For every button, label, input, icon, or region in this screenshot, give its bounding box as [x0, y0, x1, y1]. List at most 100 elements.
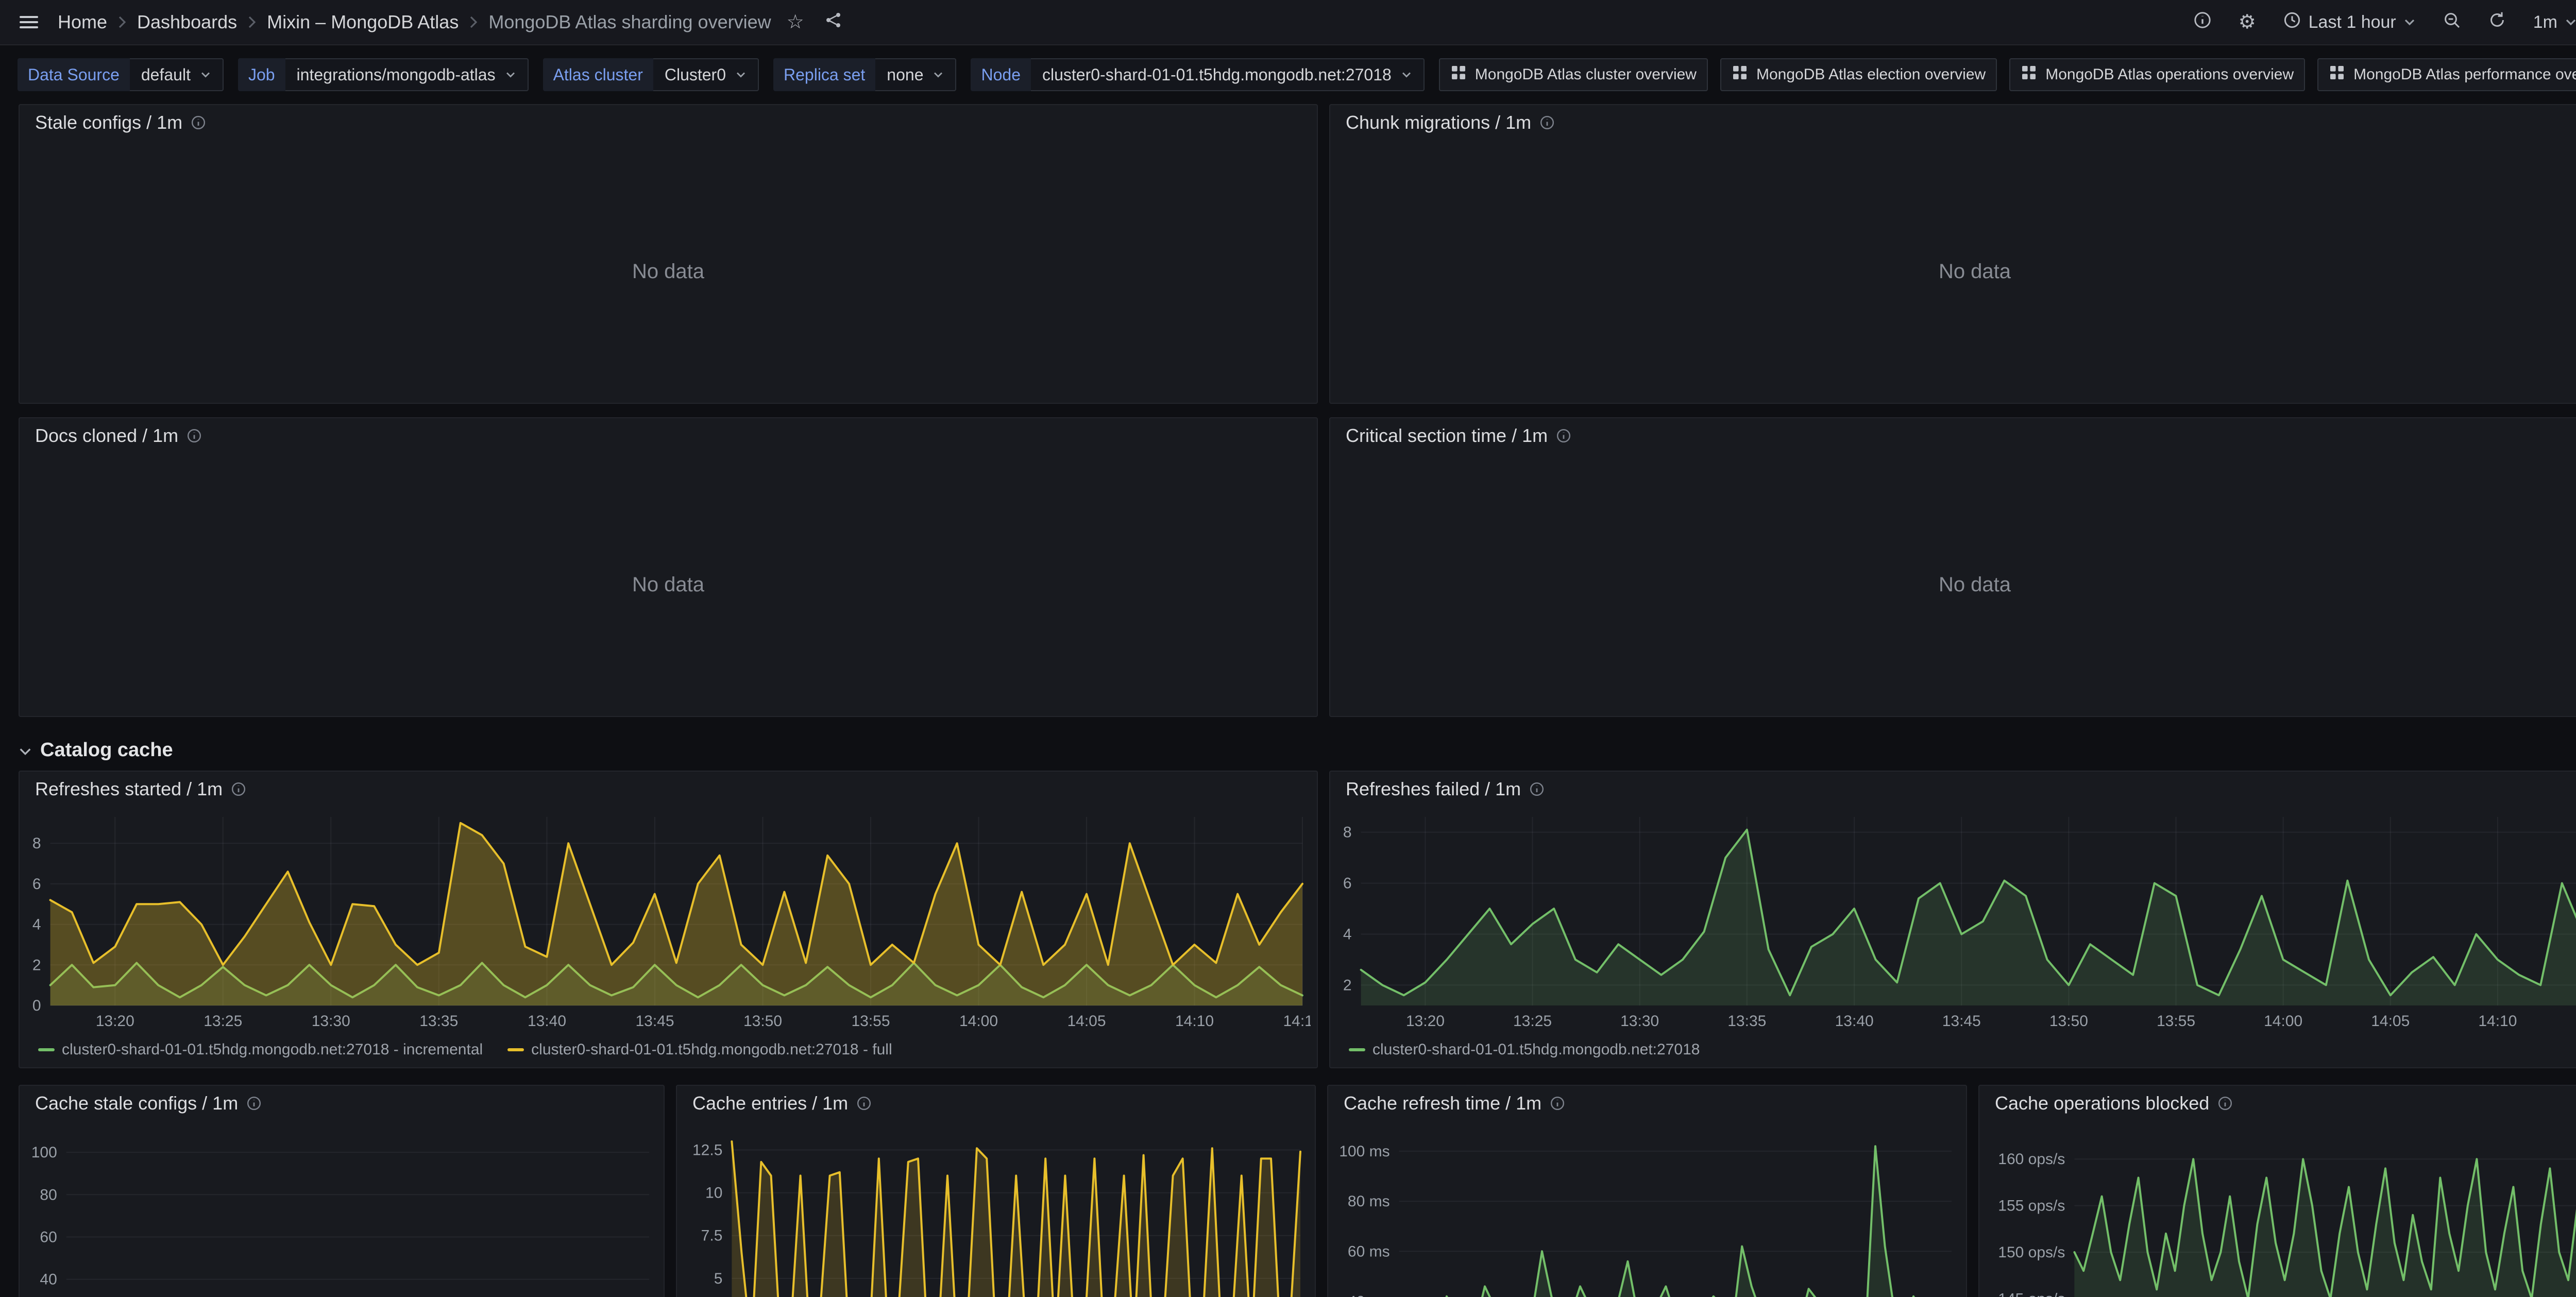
svg-text:14:00: 14:00: [2264, 1013, 2302, 1030]
svg-text:13:25: 13:25: [1513, 1013, 1552, 1030]
star-button[interactable]: ☆: [782, 8, 809, 36]
panel-title[interactable]: Refreshes started / 1m: [35, 778, 223, 800]
atlas-cluster-dropdown[interactable]: Cluster0: [653, 58, 759, 91]
panel-title[interactable]: Chunk migrations / 1m: [1346, 112, 1531, 133]
chart-svg-cache-ops-blocked[interactable]: 140 ops/s145 ops/s150 ops/s155 ops/s160 …: [1986, 1121, 2576, 1297]
menu-toggle-button[interactable]: [14, 9, 43, 36]
svg-text:13:45: 13:45: [635, 1013, 674, 1030]
panel-header[interactable]: Docs cloned / 1m: [20, 418, 1317, 453]
job-dropdown[interactable]: integrations/mongodb-atlas: [285, 58, 529, 91]
chevron-down-icon: [200, 71, 211, 78]
row-catalog-cache[interactable]: Catalog cache: [19, 735, 173, 765]
chevron-down-icon: [933, 71, 944, 78]
replica-set-dropdown[interactable]: none: [875, 58, 956, 91]
apps-icon: [2021, 64, 2037, 85]
panel-header[interactable]: Refreshes failed / 1m: [1330, 772, 2576, 807]
chart-svg-cache-stale-configs[interactable]: 20406080100: [26, 1121, 657, 1297]
info-icon[interactable]: [2217, 1096, 2233, 1111]
info-icon[interactable]: [1539, 115, 1555, 130]
info-icon[interactable]: [1529, 781, 1545, 797]
panel-cache-operations-blocked: Cache operations blocked 140 ops/s145 op…: [1978, 1085, 2576, 1297]
panel-title[interactable]: Cache refresh time / 1m: [1344, 1093, 1541, 1114]
svg-text:13:30: 13:30: [1620, 1013, 1659, 1030]
chevron-down-icon: [1401, 71, 1412, 78]
star-icon: ☆: [787, 12, 804, 32]
magnifier-minus-icon: [2443, 11, 2461, 34]
panel-body: No data: [1330, 453, 2576, 716]
data-source-dropdown[interactable]: default: [130, 58, 224, 91]
legend-item[interactable]: cluster0-shard-01-01.t5hdg.mongodb.net:2…: [38, 1041, 483, 1059]
panel-title[interactable]: Refreshes failed / 1m: [1346, 778, 1521, 800]
panel-title[interactable]: Critical section time / 1m: [1346, 425, 1548, 447]
link-cluster-overview[interactable]: MongoDB Atlas cluster overview: [1439, 58, 1708, 91]
panel-header[interactable]: Cache operations blocked: [1979, 1086, 2576, 1121]
panel-header[interactable]: Cache stale configs / 1m: [20, 1086, 664, 1121]
breadcrumb-dashboards[interactable]: Dashboards: [137, 11, 237, 33]
svg-text:13:20: 13:20: [1406, 1013, 1445, 1030]
chart-plot-area[interactable]: 246813:2013:2513:3013:3513:4013:4513:501…: [1336, 807, 2576, 1034]
panel-header[interactable]: Critical section time / 1m: [1330, 418, 2576, 453]
svg-text:4: 4: [32, 916, 41, 933]
refresh-button[interactable]: [2483, 7, 2512, 38]
panel-header[interactable]: Refreshes started / 1m: [20, 772, 1317, 807]
svg-text:14:10: 14:10: [1175, 1013, 1214, 1030]
svg-text:155 ops/s: 155 ops/s: [1998, 1198, 2065, 1215]
info-button[interactable]: [2188, 7, 2217, 38]
panel-cache-entries: Cache entries / 1m 2.557.51012.5: [676, 1085, 1316, 1297]
panel-header[interactable]: Stale configs / 1m: [20, 105, 1317, 140]
panel-title[interactable]: Docs cloned / 1m: [35, 425, 178, 447]
time-range-label: Last 1 hour: [2309, 12, 2396, 32]
legend-item[interactable]: cluster0-shard-01-01.t5hdg.mongodb.net:2…: [507, 1041, 892, 1059]
panel-title[interactable]: Stale configs / 1m: [35, 112, 182, 133]
chart-svg-cache-entries[interactable]: 2.557.51012.5: [683, 1121, 1309, 1297]
variable-job: Job integrations/mongodb-atlas: [238, 58, 529, 91]
chart-plot-area[interactable]: 2.557.51012.5: [683, 1121, 1309, 1297]
chart-plot-area[interactable]: 20406080100: [26, 1121, 657, 1297]
link-election-overview[interactable]: MongoDB Atlas election overview: [1720, 58, 1997, 91]
info-icon[interactable]: [246, 1096, 262, 1111]
link-performance-overview[interactable]: MongoDB Atlas performance overview: [2317, 58, 2576, 91]
no-data-text: No data: [1939, 573, 2011, 596]
chart-svg-refreshes-started[interactable]: 0246813:2013:2513:3013:3513:4013:4513:50…: [26, 807, 1311, 1034]
chart-svg-cache-refresh-time[interactable]: 20 ms40 ms60 ms80 ms100 ms: [1334, 1121, 1960, 1297]
panel-header[interactable]: Cache entries / 1m: [677, 1086, 1315, 1121]
info-circle-icon: [2193, 11, 2212, 34]
variable-label: Replica set: [773, 58, 875, 91]
chart-plot-area[interactable]: 20 ms40 ms60 ms80 ms100 ms: [1334, 1121, 1960, 1297]
svg-text:8: 8: [32, 835, 41, 852]
refresh-interval-picker[interactable]: 1m: [2528, 8, 2576, 37]
info-icon[interactable]: [191, 115, 206, 130]
zoom-out-button[interactable]: [2437, 7, 2466, 38]
link-label: MongoDB Atlas election overview: [1756, 66, 1986, 83]
link-operations-overview[interactable]: MongoDB Atlas operations overview: [2009, 58, 2305, 91]
info-icon[interactable]: [1550, 1096, 1565, 1111]
panel-header[interactable]: Cache refresh time / 1m: [1328, 1086, 1966, 1121]
legend-swatch: [38, 1048, 55, 1051]
node-dropdown[interactable]: cluster0-shard-01-01.t5hdg.mongodb.net:2…: [1031, 58, 1425, 91]
info-icon[interactable]: [187, 428, 202, 443]
chart-plot-area[interactable]: 0246813:2013:2513:3013:3513:4013:4513:50…: [26, 807, 1311, 1034]
chevron-right-icon: [117, 15, 127, 29]
grafana-dashboard: Home Dashboards Mixin – MongoDB Atlas Mo…: [0, 0, 2576, 1297]
panel-header[interactable]: Chunk migrations / 1m: [1330, 105, 2576, 140]
breadcrumb-folder[interactable]: Mixin – MongoDB Atlas: [267, 11, 459, 33]
legend-label: cluster0-shard-01-01.t5hdg.mongodb.net:2…: [62, 1041, 483, 1059]
dashboard-settings-button[interactable]: ⚙: [2233, 8, 2261, 36]
breadcrumb-home[interactable]: Home: [58, 11, 107, 33]
info-icon[interactable]: [856, 1096, 872, 1111]
chart-plot-area[interactable]: 140 ops/s145 ops/s150 ops/s155 ops/s160 …: [1986, 1121, 2576, 1297]
no-data-text: No data: [1939, 260, 2011, 283]
time-range-picker[interactable]: Last 1 hour: [2278, 7, 2421, 38]
panel-title[interactable]: Cache operations blocked: [1995, 1093, 2209, 1114]
chart-svg-refreshes-failed[interactable]: 246813:2013:2513:3013:3513:4013:4513:501…: [1336, 807, 2576, 1034]
info-icon[interactable]: [1556, 428, 1571, 443]
info-icon[interactable]: [231, 781, 246, 797]
variables-bar: Data Source default Job integrations/mon…: [0, 45, 2576, 104]
panel-title[interactable]: Cache stale configs / 1m: [35, 1093, 238, 1114]
svg-text:6: 6: [1343, 875, 1352, 892]
share-button[interactable]: [820, 7, 848, 38]
variable-replica-set: Replica set none: [773, 58, 956, 91]
legend-item[interactable]: cluster0-shard-01-01.t5hdg.mongodb.net:2…: [1349, 1041, 1700, 1059]
panel-title[interactable]: Cache entries / 1m: [692, 1093, 848, 1114]
variable-label: Atlas cluster: [543, 58, 653, 91]
